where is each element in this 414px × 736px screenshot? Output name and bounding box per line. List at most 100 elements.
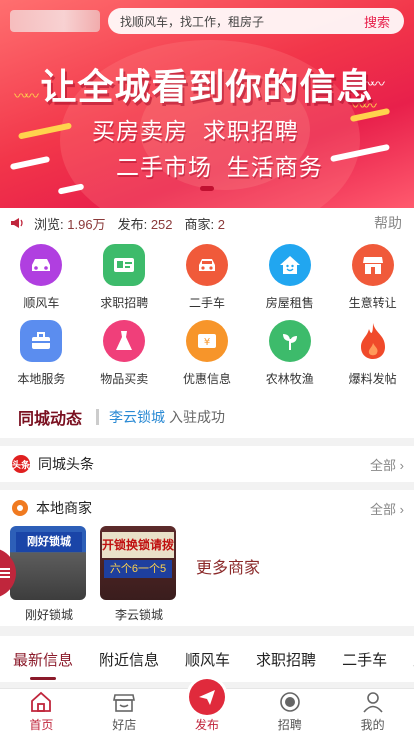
- headlines-all-link[interactable]: 全部 ›: [370, 455, 404, 474]
- nav-label: 首页: [29, 718, 54, 732]
- nav-label: 好店: [112, 718, 137, 732]
- category-grid: 顺风车 求职招聘 二手车 房屋租售 生意转让 本地服务 物品买卖 ¥ 优惠信息 …: [0, 238, 414, 396]
- banner-stripe: [9, 155, 51, 171]
- category-label: 爆料发帖: [348, 372, 397, 386]
- stats-bar: 浏览: 1.96万 发布: 252 商家: 2 帮助: [0, 208, 414, 238]
- category-housing[interactable]: 房屋租售: [248, 244, 331, 320]
- toolbox-icon: [20, 320, 63, 362]
- nav-profile[interactable]: 我的: [331, 689, 414, 736]
- tab-used-car[interactable]: 二手车: [329, 649, 400, 670]
- dynamics-action: 入驻成功: [169, 409, 226, 425]
- banner-line-2: 二手市场 生活商务: [116, 154, 323, 180]
- carousel-dot-active: [200, 186, 214, 191]
- section-title: 本地商家: [36, 500, 92, 516]
- category-deals[interactable]: ¥ 优惠信息: [166, 320, 249, 396]
- storefront-sign: 刚好锁城: [16, 532, 82, 552]
- search-button[interactable]: 搜索: [364, 12, 404, 31]
- banner-headline: 让全城看到你的信息: [40, 66, 374, 107]
- section-title: 同城头条: [38, 456, 94, 472]
- category-rideshare[interactable]: 顺风车: [0, 244, 83, 320]
- category-agriculture[interactable]: 农林牧渔: [248, 320, 331, 396]
- nav-hiring[interactable]: 招聘: [248, 689, 331, 736]
- coupon-icon: ¥: [185, 320, 228, 362]
- listing-tabs: 最新信息 附近信息 顺风车 求职招聘 二手车 房: [0, 636, 414, 682]
- megaphone-icon: [11, 218, 23, 228]
- storefront-sign-phone: 六个6一个5: [104, 560, 172, 578]
- nav-home[interactable]: 首页: [0, 689, 83, 736]
- storefront-sign: 开锁换锁请拨: [102, 532, 174, 558]
- views-stat: 浏览: 1.96万: [34, 214, 106, 233]
- category-label: 求职招聘: [100, 296, 149, 310]
- category-label: 本地服务: [17, 372, 66, 386]
- merchant-name: 刚好锁城: [24, 608, 73, 622]
- dynamics-merchant-name[interactable]: 李云锁城: [109, 407, 165, 427]
- flame-icon: [352, 320, 394, 362]
- category-used-car[interactable]: 二手车: [166, 244, 249, 320]
- nav-label: 发布: [194, 718, 219, 732]
- merchant-photo: 开锁换锁请拨 六个6一个5: [100, 526, 176, 600]
- posts-stat: 发布: 252: [118, 214, 173, 233]
- merchants-label: 商家:: [184, 216, 215, 232]
- used-car-icon: [185, 244, 228, 286]
- more-merchants-link[interactable]: 更多商家: [196, 554, 260, 578]
- tab-rideshare[interactable]: 顺风车: [172, 649, 243, 670]
- banner-line-1: 买房卖房 求职招聘: [92, 118, 299, 144]
- send-icon: [188, 679, 225, 715]
- sprout-icon: [268, 320, 311, 362]
- tab-housing[interactable]: 房: [400, 649, 414, 670]
- carousel-indicator: [0, 178, 414, 196]
- tab-latest[interactable]: 最新信息: [0, 649, 86, 680]
- shop-icon: [351, 244, 394, 286]
- category-label: 优惠信息: [182, 372, 231, 386]
- city-selector[interactable]: [10, 10, 100, 32]
- merchant-list: 刚好锁城 刚好锁城 开锁换锁请拨 六个6一个5 李云锁城 更多商家: [0, 526, 414, 623]
- merchants-header: 本地商家 全部 ›: [0, 490, 414, 526]
- category-local-services[interactable]: 本地服务: [0, 320, 83, 396]
- dynamics-title: 同城动态: [18, 411, 83, 428]
- store-icon: [113, 694, 136, 712]
- nav-post[interactable]: 发布: [166, 679, 249, 736]
- views-label: 浏览:: [34, 216, 64, 232]
- home-icon: [31, 691, 52, 712]
- hire-icon: [279, 692, 300, 712]
- dress-icon: [103, 320, 146, 362]
- search-bar[interactable]: 找顺风车，找工作，租房子 搜索: [108, 8, 404, 34]
- headline-logo-icon: 头条: [12, 455, 30, 473]
- merchants-stat: 商家: 2: [185, 214, 225, 233]
- category-news-tips[interactable]: 爆料发帖: [331, 320, 414, 396]
- id-card-icon: [103, 244, 146, 286]
- nav-label: 我的: [360, 718, 385, 732]
- nav-stores[interactable]: 好店: [83, 689, 166, 736]
- svg-text:¥: ¥: [204, 337, 210, 348]
- tab-nearby[interactable]: 附近信息: [86, 649, 172, 670]
- category-label: 顺风车: [23, 296, 60, 310]
- category-label: 二手车: [188, 296, 225, 310]
- category-jobs[interactable]: 求职招聘: [83, 244, 166, 320]
- category-label: 生意转让: [348, 296, 397, 310]
- bottom-nav: 首页 好店 发布 招聘 我的: [0, 679, 414, 736]
- city-headlines-section: 头条 同城头条 全部 ›: [0, 446, 414, 482]
- menu-icon: [0, 566, 10, 580]
- category-label: 房屋租售: [265, 296, 314, 310]
- location-pin-icon: [12, 500, 28, 516]
- posts-value: 252: [150, 216, 173, 232]
- help-link[interactable]: 帮助: [374, 213, 402, 233]
- category-label: 物品买卖: [100, 372, 149, 386]
- category-label: 农林牧渔: [265, 372, 314, 386]
- posts-label: 发布:: [117, 216, 148, 232]
- merchants-all-link[interactable]: 全部 ›: [370, 499, 404, 518]
- views-value: 1.96万: [67, 216, 106, 232]
- category-buy-sell[interactable]: 物品买卖: [83, 320, 166, 396]
- category-business-transfer[interactable]: 生意转让: [331, 244, 414, 320]
- merchant-card[interactable]: 刚好锁城 刚好锁城: [10, 526, 88, 623]
- nav-label: 招聘: [277, 718, 302, 732]
- merchant-card[interactable]: 开锁换锁请拨 六个6一个5 李云锁城: [100, 526, 178, 623]
- tab-jobs[interactable]: 求职招聘: [243, 649, 329, 670]
- car-icon: [20, 244, 63, 286]
- city-dynamics-ticker[interactable]: 同城动态 李云锁城 入驻成功: [0, 396, 414, 438]
- divider: [96, 409, 100, 425]
- search-input[interactable]: 找顺风车，找工作，租房子: [108, 13, 364, 30]
- merchant-photo: 刚好锁城: [10, 526, 86, 600]
- local-merchants-section: 本地商家 全部 › 刚好锁城 刚好锁城 开锁换锁请拨 六个6一个5 李云锁城 更…: [0, 490, 414, 626]
- house-icon: [268, 244, 311, 286]
